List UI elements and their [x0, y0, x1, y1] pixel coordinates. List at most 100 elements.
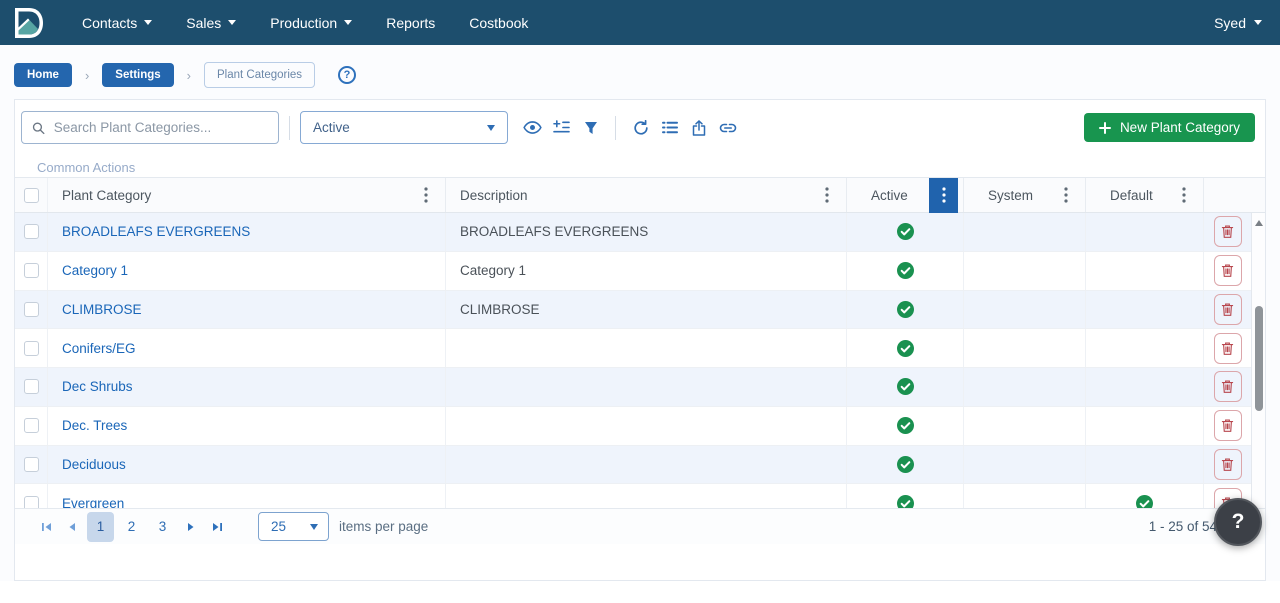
row-system-cell — [964, 446, 1086, 484]
row-checkbox[interactable] — [24, 224, 39, 239]
plant-category-link[interactable]: Category 1 — [62, 263, 128, 278]
trash-icon — [1221, 302, 1234, 317]
chevron-right-icon: › — [183, 68, 195, 83]
chevron-down-icon — [310, 524, 318, 530]
row-active-cell — [847, 407, 964, 445]
breadcrumb-home-button[interactable]: Home — [14, 63, 72, 87]
search-input[interactable] — [54, 120, 268, 135]
delete-button[interactable] — [1214, 216, 1242, 247]
row-checkbox[interactable] — [24, 379, 39, 394]
delete-button[interactable] — [1214, 410, 1242, 441]
row-active-cell — [847, 291, 964, 329]
main-menu: Contacts Sales Production Reports Costbo… — [82, 15, 528, 31]
show-hide-columns-button[interactable] — [518, 113, 547, 142]
help-icon[interactable]: ? — [338, 66, 356, 84]
trash-icon — [1221, 457, 1234, 472]
column-header-default: Default — [1110, 188, 1153, 203]
refresh-button[interactable] — [626, 113, 655, 142]
row-checkbox[interactable] — [24, 341, 39, 356]
table-row: BROADLEAFS EVERGREENS BROADLEAFS EVERGRE… — [15, 213, 1251, 252]
plant-category-link[interactable]: Dec. Trees — [62, 418, 127, 433]
column-menu-icon[interactable] — [1175, 182, 1193, 208]
row-checkbox[interactable] — [24, 263, 39, 278]
scrollbar-thumb[interactable] — [1255, 306, 1263, 411]
grid-toolbar: Active — [15, 100, 1265, 150]
next-page-button[interactable] — [178, 514, 204, 540]
column-menu-icon[interactable] — [1057, 182, 1075, 208]
column-menu-active-filtered[interactable] — [929, 178, 958, 213]
delete-button[interactable] — [1214, 371, 1242, 402]
copy-link-button[interactable] — [713, 113, 742, 142]
status-filter-dropdown[interactable]: Active — [300, 111, 508, 144]
plant-category-link[interactable]: BROADLEAFS EVERGREENS — [62, 224, 250, 239]
help-fab-button[interactable]: ? — [1214, 498, 1262, 546]
trash-icon — [1221, 341, 1234, 356]
row-description: Category 1 — [460, 263, 526, 278]
plant-category-link[interactable]: Deciduous — [62, 457, 126, 472]
delete-button[interactable] — [1214, 255, 1242, 286]
page-number-3[interactable]: 3 — [149, 512, 176, 542]
delete-button[interactable] — [1214, 294, 1242, 325]
column-menu-icon[interactable] — [818, 182, 836, 208]
page-size-dropdown[interactable]: 25 — [258, 512, 329, 541]
row-checkbox[interactable] — [24, 302, 39, 317]
row-checkbox[interactable] — [24, 418, 39, 433]
page-number-2[interactable]: 2 — [118, 512, 145, 542]
column-header-description: Description — [460, 188, 528, 203]
first-page-icon — [41, 522, 52, 532]
list-icon — [662, 121, 678, 134]
row-system-cell — [964, 291, 1086, 329]
row-system-cell — [964, 368, 1086, 406]
first-page-button[interactable] — [33, 514, 59, 540]
row-system-cell — [964, 407, 1086, 445]
logo-icon — [12, 6, 46, 40]
menu-label: Sales — [186, 15, 221, 31]
add-column-button[interactable] — [547, 113, 576, 142]
new-plant-category-button[interactable]: New Plant Category — [1084, 113, 1255, 142]
breadcrumb-settings-button[interactable]: Settings — [102, 63, 173, 87]
plant-category-link[interactable]: CLIMBROSE — [62, 302, 142, 317]
row-system-cell — [964, 213, 1086, 251]
menu-item-reports[interactable]: Reports — [386, 15, 435, 31]
column-menu-icon[interactable] — [417, 182, 435, 208]
app-logo[interactable] — [12, 6, 46, 40]
page-number-1[interactable]: 1 — [87, 512, 114, 542]
data-grid: Plant Category Description Active System — [15, 177, 1265, 544]
menu-item-costbook[interactable]: Costbook — [469, 15, 528, 31]
column-header-active: Active — [871, 188, 908, 203]
select-all-checkbox[interactable] — [24, 188, 39, 203]
status-filter-value: Active — [313, 120, 350, 135]
items-per-page-label: items per page — [339, 519, 428, 534]
link-icon — [719, 123, 737, 133]
trash-icon — [1221, 263, 1234, 278]
search-box — [21, 111, 279, 144]
plant-categories-panel: Active — [14, 99, 1266, 581]
active-check-icon — [897, 417, 914, 434]
row-active-cell — [847, 368, 964, 406]
menu-item-sales[interactable]: Sales — [186, 15, 236, 31]
filter-button[interactable] — [576, 113, 605, 142]
scroll-up-icon[interactable] — [1255, 220, 1263, 226]
row-default-cell — [1086, 213, 1204, 251]
trash-icon — [1221, 418, 1234, 433]
active-check-icon — [897, 456, 914, 473]
menu-item-production[interactable]: Production — [270, 15, 352, 31]
plant-category-link[interactable]: Conifers/EG — [62, 341, 136, 356]
vertical-scrollbar[interactable] — [1251, 213, 1265, 544]
export-button[interactable] — [684, 113, 713, 142]
delete-button[interactable] — [1214, 449, 1242, 480]
plant-category-link[interactable]: Dec Shrubs — [62, 379, 133, 394]
delete-button[interactable] — [1214, 333, 1242, 364]
chevron-down-icon — [487, 125, 495, 131]
row-active-cell — [847, 446, 964, 484]
row-checkbox[interactable] — [24, 457, 39, 472]
last-page-button[interactable] — [204, 514, 230, 540]
previous-page-button[interactable] — [59, 514, 85, 540]
pagination-bar: 1 2 3 25 items per page 1 - 25 of 54 ite… — [15, 508, 1265, 544]
list-view-button[interactable] — [655, 113, 684, 142]
table-row: Category 1 Category 1 — [15, 252, 1251, 291]
user-menu[interactable]: Syed — [1214, 15, 1262, 31]
page-size-value: 25 — [271, 519, 286, 534]
menu-item-contacts[interactable]: Contacts — [82, 15, 152, 31]
user-name: Syed — [1214, 15, 1246, 31]
